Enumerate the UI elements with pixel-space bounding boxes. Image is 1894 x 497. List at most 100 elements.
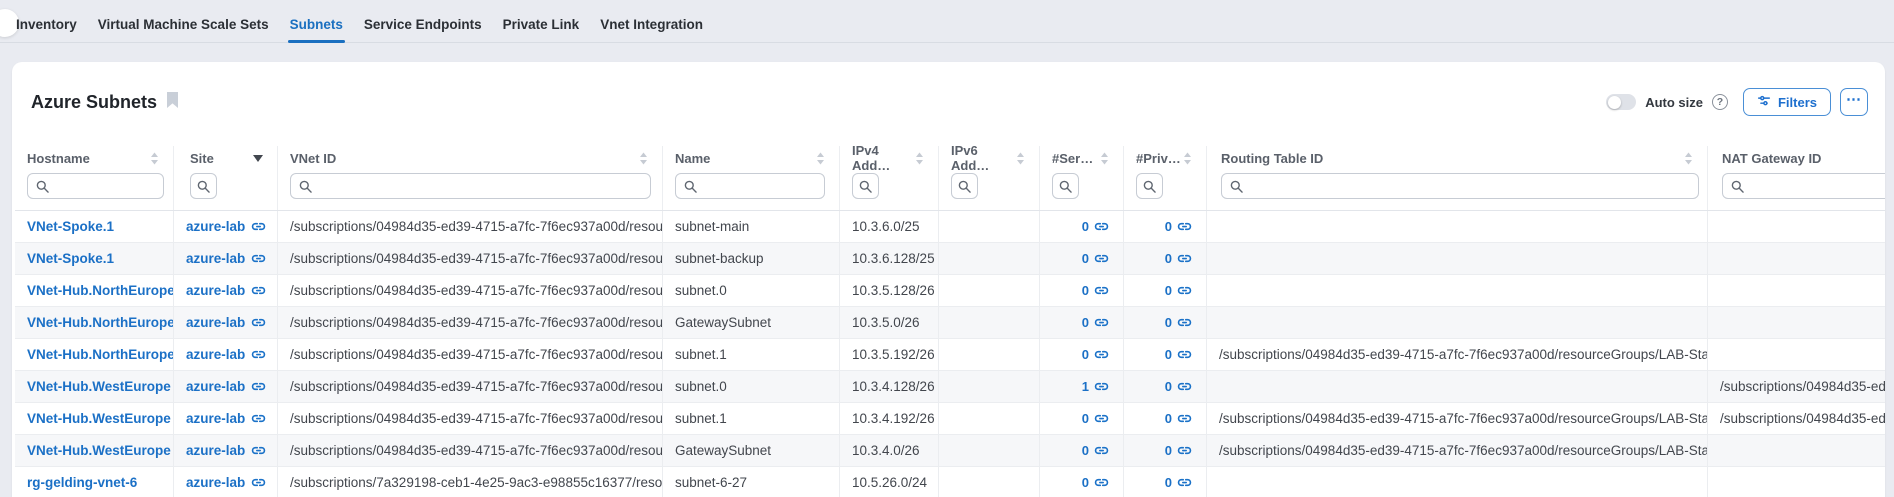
site-link[interactable]: azure-lab (186, 347, 266, 362)
service-endpoints-count[interactable]: 0 (1082, 315, 1089, 330)
link-icon (251, 379, 266, 394)
tab-service-endpoints[interactable]: Service Endpoints (362, 17, 484, 42)
site-link[interactable]: azure-lab (186, 283, 266, 298)
hostname-link[interactable]: VNet-Hub.WestEurope (27, 411, 171, 426)
link-icon[interactable] (1177, 251, 1192, 266)
hostname-link[interactable]: VNet-Hub.WestEurope (27, 443, 171, 458)
link-icon[interactable] (1177, 443, 1192, 458)
site-label: azure-lab (186, 219, 245, 234)
column-header-site: Site (174, 146, 278, 170)
service-endpoints-count[interactable]: 0 (1082, 251, 1089, 266)
cell-name: subnet.1 (663, 339, 840, 370)
cell-site: azure-lab (174, 211, 278, 242)
sort-icon[interactable] (1016, 152, 1025, 165)
hostname-link[interactable]: VNet-Spoke.1 (27, 219, 114, 234)
hostname-link[interactable]: VNet-Hub.NorthEurope (27, 315, 174, 330)
site-link[interactable]: azure-lab (186, 315, 266, 330)
service-endpoints-count[interactable]: 0 (1082, 475, 1089, 490)
search-filter-services[interactable] (1052, 173, 1079, 199)
site-link[interactable]: azure-lab (186, 475, 266, 490)
link-icon[interactable] (1177, 219, 1192, 234)
site-link[interactable]: azure-lab (186, 251, 266, 266)
search-filter-name[interactable] (675, 173, 825, 199)
site-link[interactable]: azure-lab (186, 379, 266, 394)
private-endpoints-count[interactable]: 0 (1165, 411, 1172, 426)
link-icon[interactable] (1094, 411, 1109, 426)
link-icon[interactable] (1177, 315, 1192, 330)
search-input-routing-table[interactable] (1249, 179, 1690, 194)
search-input-vnet-id[interactable] (318, 179, 642, 194)
hostname-link[interactable]: VNet-Hub.NorthEurope (27, 283, 174, 298)
sort-icon[interactable] (639, 152, 648, 165)
search-input-nat-gateway[interactable] (1750, 179, 1885, 194)
search-filter-ipv6[interactable] (951, 173, 978, 199)
private-endpoints-count[interactable]: 0 (1165, 251, 1172, 266)
auto-size-toggle[interactable] (1606, 94, 1636, 110)
service-endpoints-count[interactable]: 0 (1082, 411, 1089, 426)
site-link[interactable]: azure-lab (186, 219, 266, 234)
sort-icon[interactable] (816, 152, 825, 165)
link-icon[interactable] (1094, 251, 1109, 266)
sort-icon[interactable] (915, 152, 924, 165)
hostname-link[interactable]: VNet-Spoke.1 (27, 251, 114, 266)
link-icon[interactable] (1177, 283, 1192, 298)
search-filter-ipv4[interactable] (852, 173, 879, 199)
tab-private-link[interactable]: Private Link (501, 17, 582, 42)
link-icon (251, 443, 266, 458)
sort-icon[interactable] (1100, 152, 1109, 165)
link-icon[interactable] (1094, 443, 1109, 458)
link-icon[interactable] (1177, 411, 1192, 426)
search-filter-vnet-id[interactable] (290, 173, 651, 199)
private-endpoints-count[interactable]: 0 (1165, 347, 1172, 362)
more-options-button[interactable]: ⋯ (1840, 88, 1868, 116)
tab-subnets[interactable]: Subnets (288, 17, 345, 42)
private-endpoints-count[interactable]: 0 (1165, 379, 1172, 394)
search-filter-private[interactable] (1136, 173, 1163, 199)
help-icon[interactable]: ? (1712, 94, 1728, 110)
link-icon[interactable] (1177, 379, 1192, 394)
link-icon[interactable] (1094, 347, 1109, 362)
link-icon[interactable] (1094, 379, 1109, 394)
link-icon[interactable] (1094, 219, 1109, 234)
search-input-name[interactable] (703, 179, 816, 194)
service-endpoints-count[interactable]: 0 (1082, 283, 1089, 298)
link-icon[interactable] (1094, 283, 1109, 298)
table-filter-row (15, 170, 1885, 210)
sorted-desc-icon[interactable] (253, 155, 263, 162)
search-filter-hostname[interactable] (27, 173, 164, 199)
hostname-link[interactable]: VNet-Hub.WestEurope (27, 379, 171, 394)
search-icon (1143, 180, 1156, 193)
private-endpoints-count[interactable]: 0 (1165, 315, 1172, 330)
link-icon[interactable] (1177, 347, 1192, 362)
link-icon[interactable] (1177, 475, 1192, 490)
site-link[interactable]: azure-lab (186, 443, 266, 458)
search-input-hostname[interactable] (55, 179, 155, 194)
hostname-link[interactable]: rg-gelding-vnet-6 (27, 475, 137, 490)
private-endpoints-count[interactable]: 0 (1165, 475, 1172, 490)
tab-inventory[interactable]: Inventory (14, 17, 79, 42)
search-filter-routing-table[interactable] (1221, 173, 1699, 199)
sort-icon[interactable] (150, 152, 159, 165)
bookmark-icon[interactable] (166, 92, 179, 113)
hostname-link[interactable]: VNet-Hub.NorthEurope (27, 347, 174, 362)
link-icon[interactable] (1094, 315, 1109, 330)
service-endpoints-count[interactable]: 1 (1082, 379, 1089, 394)
tab-virtual-machine-scale-sets[interactable]: Virtual Machine Scale Sets (96, 17, 271, 42)
cell-text: 10.3.6.0/25 (852, 219, 920, 234)
tab-vnet-integration[interactable]: Vnet Integration (598, 17, 705, 42)
sort-icon[interactable] (1684, 152, 1693, 165)
private-endpoints-count[interactable]: 0 (1165, 283, 1172, 298)
service-endpoints-count[interactable]: 0 (1082, 219, 1089, 234)
link-icon[interactable] (1094, 475, 1109, 490)
filters-button[interactable]: Filters (1743, 88, 1831, 116)
search-filter-site[interactable] (190, 173, 217, 199)
filter-cell-services (1040, 170, 1124, 210)
cell-text: /subscriptions/04984d35-ed (1720, 379, 1885, 394)
private-endpoints-count[interactable]: 0 (1165, 219, 1172, 234)
private-endpoints-count[interactable]: 0 (1165, 443, 1172, 458)
search-filter-nat-gateway[interactable] (1722, 173, 1885, 199)
service-endpoints-count[interactable]: 0 (1082, 443, 1089, 458)
sort-icon[interactable] (1183, 152, 1192, 165)
service-endpoints-count[interactable]: 0 (1082, 347, 1089, 362)
site-link[interactable]: azure-lab (186, 411, 266, 426)
